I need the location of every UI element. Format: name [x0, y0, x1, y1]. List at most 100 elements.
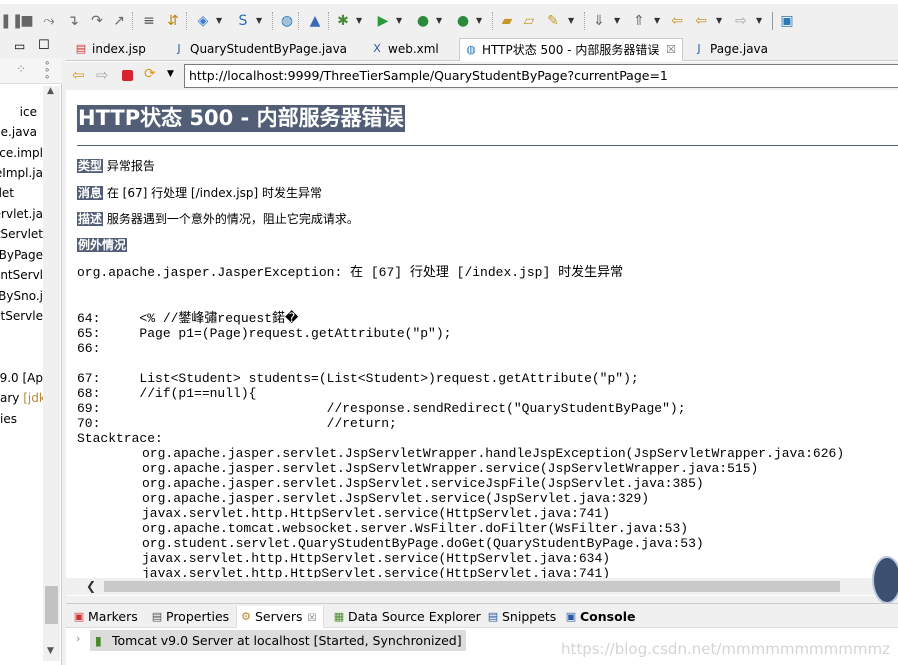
step-return-icon[interactable]: ↗ — [110, 12, 128, 30]
stack-line: org.apache.jasper.servlet.JspServlet.ser… — [142, 491, 650, 506]
tree-item[interactable]: tServlet — [0, 226, 43, 242]
view-menu-icon[interactable]: ∘ ∘ ∘ — [44, 59, 50, 83]
tab-markers[interactable]: ▣ Markers — [70, 606, 138, 628]
vertical-scrollbar[interactable]: ▲ ▼ — [43, 86, 60, 661]
scrollbar-thumb[interactable] — [104, 581, 840, 592]
tree-item[interactable]: entServl — [0, 267, 43, 283]
debug-icon[interactable]: ✱ — [334, 12, 352, 30]
avatar — [872, 556, 898, 604]
tree-item[interactable]: ice.impl — [0, 145, 43, 161]
tree-item[interactable]: ByPage — [0, 247, 43, 263]
scroll-down-icon[interactable]: ▼ — [47, 646, 54, 656]
close-tab-icon[interactable]: ☒ — [666, 39, 676, 61]
drop-to-frame-icon[interactable]: ≡ — [140, 12, 158, 30]
forward-icon[interactable]: ⇨ — [732, 12, 750, 30]
server-item[interactable]: ▮ Tomcat v9.0 Server at localhost [Starte… — [90, 630, 466, 651]
open-perspective-icon[interactable]: ▣ — [778, 12, 796, 30]
globe-icon: ◍ — [466, 43, 476, 56]
tab-properties[interactable]: ▤ Properties — [148, 606, 229, 628]
tab-web-xml[interactable]: Xweb.xml — [366, 38, 439, 61]
tab-data-source-explorer[interactable]: ▦ Data Source Explorer — [330, 606, 481, 628]
description-value: 服务器遇到一个意外的情况，阻止它完成请求。 — [106, 212, 359, 226]
horizontal-scrollbar[interactable]: ❮ — [66, 578, 898, 595]
step-into-icon[interactable]: ↴ — [64, 12, 82, 30]
tab-quarystudentbypage-java[interactable]: J QuaryStudentByPage.java — [168, 38, 347, 61]
xml-file-icon: X — [373, 42, 381, 55]
markers-icon: ▣ — [73, 610, 85, 623]
expand-icon[interactable]: › — [76, 632, 80, 645]
tab-index-jsp[interactable]: ▤ index.jsp — [70, 38, 146, 61]
next-annotation-icon[interactable]: ⇓ — [590, 12, 608, 30]
new-spring-icon[interactable]: S — [234, 12, 252, 30]
java-file-icon: J — [697, 42, 701, 55]
scroll-up-icon[interactable]: ▲ — [47, 86, 54, 96]
stack-line: org.apache.jasper.servlet.JspServletWrap… — [142, 446, 845, 461]
code-line: 67: List<Student> students=(List<Student… — [77, 371, 639, 386]
tree-item[interactable]: ies — [0, 411, 23, 427]
tab-snippets[interactable]: ▤ Snippets — [484, 606, 557, 628]
back-icon[interactable]: ⇦ — [72, 66, 85, 84]
browser-content: HTTP状态 500 - 内部服务器错误 类型 异常报告 消息 在 [67] 行… — [66, 90, 898, 578]
tree-item[interactable]: ce.java — [0, 124, 37, 140]
tab-servers[interactable]: ⚙ Servers ☒ — [236, 606, 324, 628]
refresh-icon[interactable]: ⟳ — [144, 66, 156, 82]
type-label: 类型 — [77, 159, 104, 173]
terminate-icon[interactable]: ■ — [18, 12, 36, 30]
run-server-icon[interactable]: ● — [414, 12, 432, 30]
stop-icon[interactable] — [122, 70, 133, 81]
run-icon[interactable]: ▶ — [374, 12, 392, 30]
description-label: 描述 — [77, 212, 104, 226]
tree-item[interactable]: eImpl.ja — [0, 165, 43, 181]
tree-item[interactable]: v9.0 [Ap — [0, 370, 43, 386]
new-server-icon[interactable]: ◈ — [194, 12, 212, 30]
maximize-icon[interactable]: ☐ — [38, 38, 50, 53]
code-line: 66: — [77, 341, 101, 356]
launch-icon[interactable]: ▲ — [306, 12, 324, 30]
step-over-icon[interactable]: ↷ — [88, 12, 106, 30]
disconnect-icon[interactable]: ⤳ — [40, 12, 58, 30]
tree-item[interactable]: ary [jdk- — [0, 390, 43, 406]
project-tree: ice ce.java ice.impl eImpl.ja let ervlet… — [0, 84, 43, 664]
collapse-all-icon[interactable]: ⁘ — [16, 62, 26, 76]
tree-item[interactable]: ervlet.ja — [0, 206, 43, 222]
data-source-icon: ▦ — [333, 610, 345, 623]
tab-console[interactable]: ▣ Console — [562, 606, 636, 628]
tab-http-500[interactable]: ◍ HTTP状态 500 - 内部服务器错误 ☒ — [459, 38, 683, 61]
console-icon: ▣ — [565, 610, 577, 623]
close-tab-icon[interactable]: ☒ — [308, 613, 317, 624]
exception-row: 例外情况 — [77, 237, 128, 253]
prev-annotation-icon[interactable]: ⇑ — [630, 12, 648, 30]
tab-label: Data Source Explorer — [348, 609, 481, 624]
forward-icon[interactable]: ⇨ — [96, 66, 109, 84]
external-tools-icon[interactable]: ● — [454, 12, 472, 30]
stack-line: org.student.servlet.QuaryStudentByPage.d… — [142, 536, 704, 551]
open-task-icon[interactable]: ▱ — [520, 12, 538, 30]
chevron-down-icon[interactable]: ▼ — [167, 69, 174, 79]
minimize-icon[interactable]: ▭ — [14, 39, 25, 53]
code-line: 65: Page p1=(Page)request.getAttribute("… — [77, 326, 452, 341]
code-line: 69: //response.sendRedirect("QuaryStuden… — [77, 401, 686, 416]
tab-page-java[interactable]: J Page.java — [688, 38, 768, 61]
code-line: 64: <% //鐢峰彇request鍩� — [77, 311, 299, 326]
tree-item[interactable]: ice — [20, 104, 37, 120]
back-icon[interactable]: ⇦ — [692, 12, 710, 30]
tree-item[interactable]: let — [0, 185, 14, 201]
globe-icon[interactable]: ◍ — [278, 12, 296, 30]
scroll-left-icon[interactable]: ❮ — [86, 579, 96, 593]
tab-label: Properties — [166, 609, 230, 624]
stack-line: org.apache.jasper.servlet.JspServlet.ser… — [142, 476, 704, 491]
browser-nav-bar: ⇦ ⇨ ⟳ ▼ http://localhost:9999/ThreeTierS… — [66, 62, 898, 90]
scrollbar-thumb[interactable] — [45, 586, 58, 624]
bottom-panel: ▣ Markers ▤ Properties ⚙ Servers ☒ ▦ Data Sou… — [66, 603, 898, 665]
tree-item[interactable]: ntServle — [0, 308, 43, 324]
open-type-icon[interactable]: ▰ — [498, 12, 516, 30]
suspend-icon[interactable]: ❚❚ — [0, 12, 23, 30]
stacktrace-label: Stacktrace: — [77, 431, 163, 446]
url-input[interactable]: http://localhost:9999/ThreeTierSample/Qu… — [184, 64, 898, 88]
last-edit-icon[interactable]: ⇦ — [668, 12, 686, 30]
use-step-filters-icon[interactable]: ⇵ — [164, 12, 182, 30]
description-row: 描述 服务器遇到一个意外的情况，阻止它完成请求。 — [77, 211, 359, 227]
tree-item[interactable]: BySno.j — [0, 288, 43, 304]
message-row: 消息 在 [67] 行处理 [/index.jsp] 时发生异常 — [77, 185, 322, 201]
search-icon[interactable]: ✎ — [544, 12, 562, 30]
